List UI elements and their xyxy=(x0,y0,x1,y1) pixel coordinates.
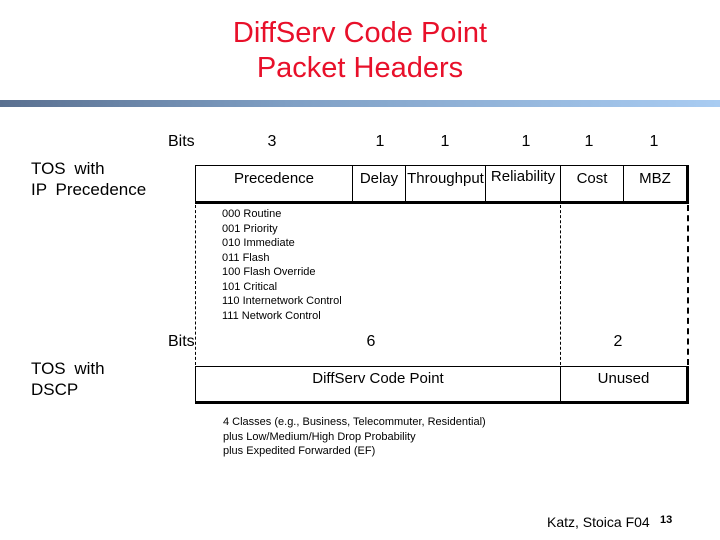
bits-cost: 1 xyxy=(584,133,594,150)
bits-dscp: 6 xyxy=(366,333,376,350)
field-reliability: Reliability xyxy=(486,166,561,201)
dscp-notes: 4 Classes (e.g., Business, Telecommuter,… xyxy=(223,416,486,457)
field-cost: Cost xyxy=(561,166,624,201)
precedence-values-list: 000 Routine 001 Priority 010 Immediate 011 … xyxy=(222,208,342,322)
field-delay: Delay xyxy=(353,166,406,201)
footer-credit: Katz, Stoica F04 xyxy=(547,514,650,530)
bits-precedence: 3 xyxy=(267,133,277,150)
bits-reliability: 1 xyxy=(521,133,531,150)
slide-title: DiffServ Code Point Packet Headers xyxy=(232,17,488,84)
tos-dscp-header-table: DiffServ Code Point Unused xyxy=(195,366,689,404)
field-mbz: MBZ xyxy=(639,170,671,187)
bits-label: Bits xyxy=(168,133,195,150)
page-number: 13 xyxy=(660,514,673,526)
bits-throughput: 1 xyxy=(440,133,450,150)
title-divider xyxy=(0,100,720,107)
guide-line xyxy=(560,205,561,365)
tos-dscp-label: TOS with DSCP xyxy=(31,359,105,399)
field-precedence: Precedence xyxy=(196,166,353,201)
guide-line xyxy=(687,205,689,365)
field-dscp: DiffServ Code Point xyxy=(196,367,561,401)
bits-unused: 2 xyxy=(613,333,623,350)
tos-ip-label: TOS with IP Precedence xyxy=(31,159,147,199)
bits-mbz: 1 xyxy=(649,133,659,150)
field-throughput: Throughput xyxy=(406,166,486,201)
bits-delay: 1 xyxy=(375,133,385,150)
bits-label: Bits xyxy=(168,333,195,350)
field-unused: Unused xyxy=(597,370,650,387)
guide-line xyxy=(195,205,196,365)
tos-ip-header-table: Precedence Delay Throughput Reliability … xyxy=(195,165,689,204)
